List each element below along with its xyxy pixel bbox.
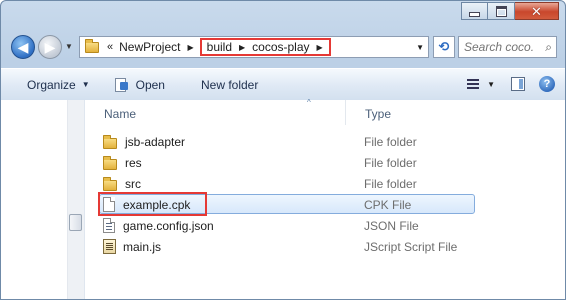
explorer-window: ✕ ◀ ▶ ▼ « NewProject ▶ build ▶ cocos-pla… [0, 0, 566, 300]
list-item[interactable]: main.js JScript Script File [85, 236, 565, 257]
navigation-bar: ◀ ▶ ▼ « NewProject ▶ build ▶ cocos-play … [9, 34, 557, 62]
column-headers: ^ Name Type [85, 98, 565, 125]
search-icon: ⌕ [545, 40, 552, 54]
file-name: src [125, 176, 141, 191]
file-type: JSON File [364, 218, 419, 233]
list-item[interactable]: game.config.json JSON File [85, 215, 565, 236]
recent-pages-dropdown[interactable]: ▼ [65, 42, 73, 51]
list-item[interactable]: jsb-adapter File folder [85, 131, 565, 152]
file-type: File folder [364, 134, 417, 149]
open-icon [114, 77, 130, 92]
navigation-scrollbar[interactable] [67, 100, 84, 299]
file-name: res [125, 155, 142, 170]
overflow-chevron[interactable]: « [105, 41, 116, 53]
folder-icon [103, 176, 117, 191]
new-folder-button[interactable]: New folder [192, 69, 267, 100]
search-input[interactable] [464, 40, 534, 54]
list-item[interactable]: src File folder [85, 173, 565, 194]
maximize-button[interactable] [488, 2, 515, 20]
file-list: jsb-adapter File folder res File folder … [85, 131, 565, 257]
file-name: jsb-adapter [125, 134, 186, 149]
file-name: game.config.json [123, 218, 214, 233]
forward-button[interactable]: ▶ [38, 35, 62, 59]
script-file-icon [103, 239, 116, 254]
breadcrumb-separator[interactable]: ▶ [235, 43, 249, 52]
new-folder-label: New folder [200, 77, 259, 92]
minimize-button[interactable] [461, 2, 488, 20]
file-type: CPK File [364, 197, 412, 212]
maximize-icon [495, 5, 507, 17]
breadcrumb-newproject[interactable]: NewProject [116, 40, 183, 54]
file-type: JScript Script File [364, 239, 458, 254]
organize-button[interactable]: Organize ▼ [1, 69, 99, 100]
minimize-icon [469, 11, 480, 17]
folder-icon [103, 134, 117, 149]
preview-pane-icon[interactable] [511, 77, 525, 91]
caption-buttons: ✕ [461, 2, 559, 20]
change-view-icon[interactable] [465, 77, 483, 91]
sort-indicator-icon: ^ [307, 98, 311, 107]
navigation-pane[interactable] [1, 100, 85, 299]
back-arrow-icon: ◀ [17, 38, 29, 55]
view-options-dropdown[interactable]: ▼ [487, 80, 495, 89]
scrollbar-thumb[interactable] [69, 214, 82, 231]
breadcrumb-build[interactable]: build [204, 40, 235, 54]
content-area: ^ Name Type jsb-adapter File folder res … [1, 98, 565, 299]
breadcrumb-separator[interactable]: ▶ [183, 43, 197, 52]
close-icon: ✕ [531, 3, 542, 19]
close-button[interactable]: ✕ [515, 2, 559, 20]
command-bar: Organize ▼ Open New folder ▼ ? [1, 68, 565, 101]
back-button[interactable]: ◀ [11, 35, 35, 59]
open-label: Open [135, 77, 165, 92]
column-header-type[interactable]: Type [346, 100, 546, 125]
file-name: example.cpk [123, 197, 191, 212]
address-bar[interactable]: « NewProject ▶ build ▶ cocos-play ▶ ▼ [79, 36, 429, 58]
search-box[interactable]: ⌕ [458, 36, 557, 58]
refresh-button[interactable]: ⟲ [433, 36, 455, 58]
refresh-icon: ⟲ [438, 39, 450, 54]
organize-label: Organize [27, 77, 76, 92]
highlighted-path: build ▶ cocos-play ▶ [199, 38, 331, 56]
chevron-down-icon: ▼ [81, 80, 90, 89]
forward-arrow-icon: ▶ [44, 38, 56, 55]
file-type: File folder [364, 155, 417, 170]
breadcrumb-cocos-play[interactable]: cocos-play [249, 40, 312, 54]
help-icon[interactable]: ? [539, 76, 555, 92]
file-name: main.js [123, 239, 162, 254]
list-item[interactable]: res File folder [85, 152, 565, 173]
file-type: File folder [364, 176, 417, 191]
folder-icon [103, 155, 117, 170]
breadcrumb-separator[interactable]: ▶ [313, 43, 327, 52]
address-dropdown[interactable]: ▼ [416, 43, 424, 52]
file-icon [103, 197, 115, 212]
list-item-selected[interactable]: example.cpk CPK File [85, 192, 565, 216]
open-button[interactable]: Open [105, 69, 174, 100]
view-controls: ▼ ? [465, 76, 555, 92]
folder-icon [85, 38, 99, 53]
file-icon [103, 218, 115, 233]
